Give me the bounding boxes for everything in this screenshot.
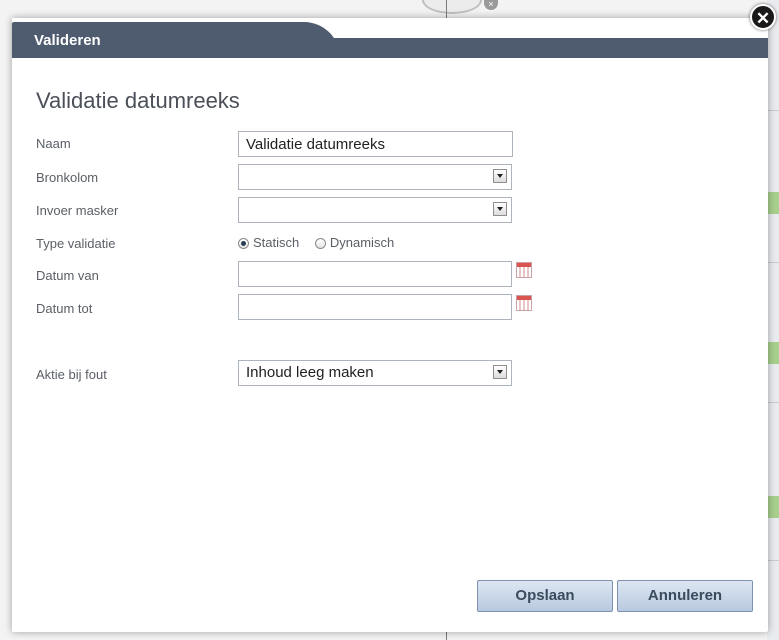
- chevron-down-icon[interactable]: [493, 169, 507, 183]
- background-divider: [767, 262, 779, 263]
- cancel-button[interactable]: Annuleren: [617, 580, 753, 612]
- background-divider: [767, 402, 779, 403]
- radio-dynamic-label: Dynamisch: [329, 235, 395, 250]
- date-from-label: Datum van: [36, 268, 99, 283]
- input-mask-select[interactable]: [238, 197, 512, 223]
- source-column-select[interactable]: [238, 164, 512, 190]
- background-widget: [422, 0, 482, 14]
- radio-dynamic-button[interactable]: [314, 238, 326, 249]
- radio-static-button[interactable]: [238, 238, 249, 249]
- radio-static-label: Statisch: [253, 235, 300, 250]
- dialog-title: Valideren: [34, 32, 101, 49]
- calendar-icon[interactable]: [516, 262, 532, 278]
- radio-static[interactable]: Statisch: [238, 235, 299, 250]
- background-panel: [767, 0, 779, 640]
- date-to-label: Datum tot: [36, 301, 93, 316]
- validation-type-radio-group: Statisch Dynamisch: [238, 235, 406, 250]
- background-row-highlight: [767, 496, 779, 518]
- name-input[interactable]: [238, 131, 513, 157]
- action-on-error-label: Aktie bij fout: [36, 367, 107, 382]
- close-icon[interactable]: ✕: [750, 4, 776, 30]
- validate-dialog: Valideren Validatie datumreeks Naam Bron…: [12, 18, 768, 632]
- background-close-icon: ×: [484, 0, 498, 10]
- date-to-input[interactable]: [238, 294, 512, 320]
- name-label: Naam: [36, 136, 71, 151]
- background-divider: [767, 560, 779, 561]
- background-divider: [767, 110, 779, 111]
- title-band: [312, 38, 768, 58]
- chevron-down-icon[interactable]: [493, 202, 507, 216]
- source-column-label: Bronkolom: [36, 170, 99, 185]
- validation-type-label: Type validatie: [36, 236, 116, 251]
- background-row-highlight: [767, 192, 779, 214]
- dialog-titlebar: Valideren: [12, 18, 768, 60]
- date-from-input[interactable]: [238, 261, 512, 287]
- calendar-icon[interactable]: [516, 295, 532, 311]
- input-mask-label: Invoer masker: [36, 203, 119, 218]
- background-row-highlight: [767, 342, 779, 364]
- chevron-down-icon[interactable]: [493, 365, 507, 379]
- save-button[interactable]: Opslaan: [477, 580, 613, 612]
- action-on-error-select[interactable]: Inhoud leeg maken: [238, 360, 512, 386]
- page-title: Validatie datumreeks: [36, 88, 240, 113]
- action-on-error-value: Inhoud leeg maken: [246, 364, 374, 381]
- radio-dynamic[interactable]: Dynamisch: [314, 235, 395, 250]
